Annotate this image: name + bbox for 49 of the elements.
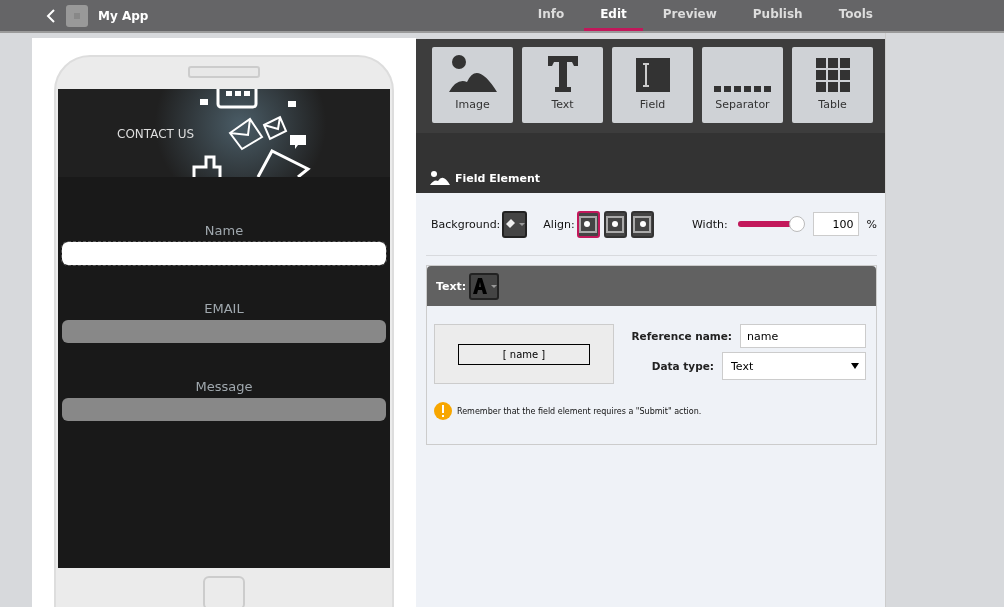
grid-icon	[815, 58, 850, 92]
input-field[interactable]	[62, 398, 386, 421]
width-slider[interactable]	[737, 216, 805, 232]
preview-input-field: [ name ]	[458, 343, 590, 365]
slider-thumb[interactable]	[788, 216, 805, 232]
field-label: Name	[204, 223, 244, 238]
background-label: Background:	[431, 217, 501, 231]
width-label: Width:	[692, 217, 728, 231]
image-icon	[430, 171, 450, 185]
data-type-dropdown[interactable]: Text	[722, 352, 866, 380]
input-field[interactable]	[62, 320, 386, 343]
nav-tab[interactable]: Preview	[646, 0, 733, 31]
align-label: Align:	[543, 217, 575, 231]
text-label: Text:	[436, 279, 467, 293]
reference-name-label: Reference name:	[631, 330, 732, 342]
width-input[interactable]: 100	[812, 212, 859, 236]
panel-title: Field Element	[455, 172, 540, 185]
element-button[interactable]: Image	[432, 47, 513, 123]
speech-bubble-icon	[290, 135, 306, 149]
image-icon	[448, 54, 497, 92]
reference-name-field[interactable]: name	[740, 324, 866, 348]
field-label: Message	[195, 379, 253, 394]
align-button[interactable]	[603, 210, 627, 238]
nav-tab[interactable]: Publish	[736, 0, 819, 31]
element-button[interactable]: Text	[522, 47, 603, 123]
dashed-line-icon	[713, 86, 772, 92]
warning-icon	[434, 402, 452, 420]
align-button[interactable]	[576, 210, 600, 238]
font-dropdown[interactable]	[469, 272, 500, 300]
warning-message: Remember that the field element requires a "Submit" action.	[457, 406, 702, 416]
caret-icon	[851, 363, 859, 369]
data-type-label: Data type:	[651, 360, 714, 372]
text-cursor-icon	[635, 58, 670, 92]
element-button[interactable]: Table	[792, 47, 873, 123]
letter-a-icon	[471, 278, 488, 294]
banner-text: CONTACT US	[117, 127, 195, 141]
element-button[interactable]: Field	[612, 47, 693, 123]
speaker-slot	[188, 66, 260, 78]
field-label: EMAIL	[204, 301, 244, 316]
input-field[interactable]	[62, 242, 386, 265]
align-button[interactable]	[630, 210, 654, 238]
unit-label: %	[866, 217, 877, 231]
app-title: My App	[98, 8, 149, 23]
element-button[interactable]: Separator	[702, 47, 783, 123]
back-icon[interactable]	[44, 6, 58, 25]
letter-t-icon	[547, 56, 578, 92]
nav-tab[interactable]: Tools	[822, 0, 889, 31]
nav-tab[interactable]: Edit	[584, 0, 643, 31]
nav-tab[interactable]: Info	[521, 0, 581, 31]
